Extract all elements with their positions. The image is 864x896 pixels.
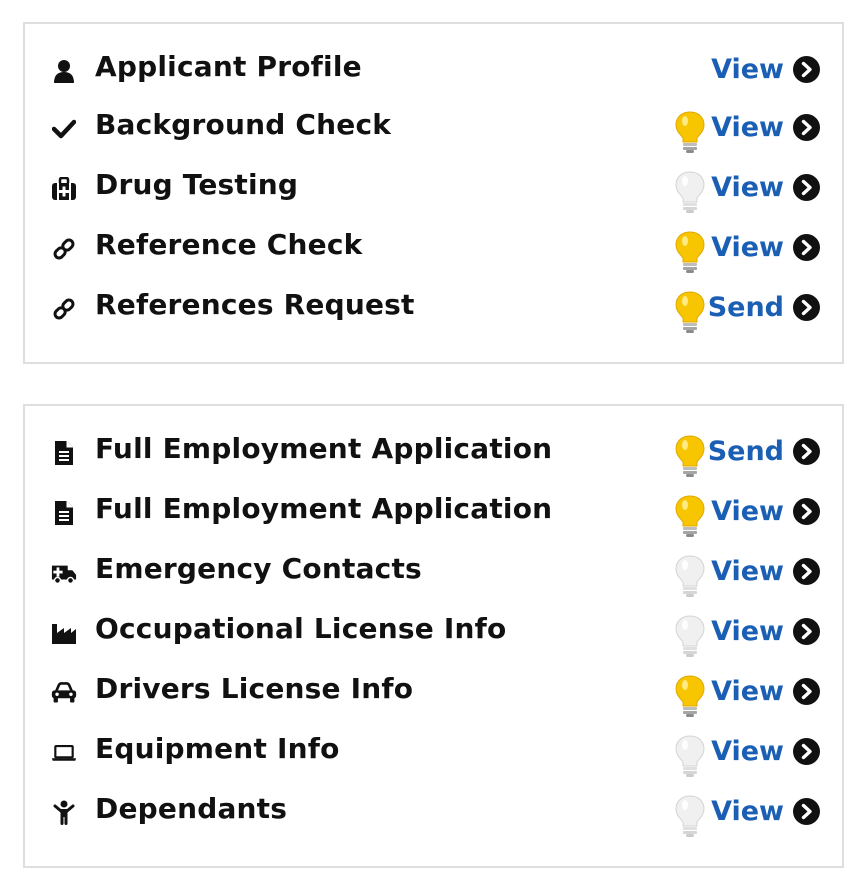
list-item: Full Employment Application Send xyxy=(25,426,842,486)
checks-panel: Applicant Profile View Background Check … xyxy=(23,22,844,364)
link-icon xyxy=(51,236,77,262)
item-label: Occupational License Info xyxy=(95,612,507,645)
lightbulb-off-icon xyxy=(673,554,707,598)
chevron-circle-right-icon xyxy=(793,738,820,765)
action-label: Send xyxy=(707,292,784,323)
list-item: Applicant Profile View xyxy=(25,44,842,104)
view-button[interactable]: View xyxy=(711,496,820,527)
view-button[interactable]: View xyxy=(711,796,820,827)
item-label: Reference Check xyxy=(95,228,363,261)
lightbulb-on-icon xyxy=(673,674,707,718)
lightbulb-on-icon xyxy=(673,434,707,478)
action-label: Send xyxy=(707,436,784,467)
action-label: View xyxy=(711,112,784,143)
lightbulb-on-icon xyxy=(673,494,707,538)
lightbulb-off-icon xyxy=(673,794,707,838)
view-button[interactable]: View xyxy=(711,616,820,647)
item-label: Full Employment Application xyxy=(95,432,553,465)
action-label: View xyxy=(711,616,784,647)
chevron-circle-right-icon xyxy=(793,438,820,465)
action-label: View xyxy=(711,736,784,767)
lightbulb-on-icon xyxy=(673,110,707,154)
list-item: Background Check View xyxy=(25,102,842,162)
action-label: View xyxy=(711,676,784,707)
chevron-circle-right-icon xyxy=(793,798,820,825)
chevron-circle-right-icon xyxy=(793,56,820,83)
list-item: Drivers License Info View xyxy=(25,666,842,726)
send-button[interactable]: Send xyxy=(708,292,820,323)
list-item: Emergency Contacts View xyxy=(25,546,842,606)
list-item: Full Employment Application View xyxy=(25,486,842,546)
chevron-circle-right-icon xyxy=(793,678,820,705)
link-icon xyxy=(51,296,77,322)
action-label: View xyxy=(711,54,784,85)
lightbulb-on-icon xyxy=(673,290,707,334)
item-label: Applicant Profile xyxy=(95,50,362,83)
lightbulb-on-icon xyxy=(673,230,707,274)
user-icon xyxy=(51,58,77,84)
chevron-circle-right-icon xyxy=(793,294,820,321)
document-icon xyxy=(51,440,77,466)
list-item: Reference Check View xyxy=(25,222,842,282)
chevron-circle-right-icon xyxy=(793,558,820,585)
document-icon xyxy=(51,500,77,526)
action-label: View xyxy=(711,796,784,827)
checkmark-icon xyxy=(51,116,77,142)
view-button[interactable]: View xyxy=(711,232,820,263)
car-icon xyxy=(51,680,77,706)
view-button[interactable]: View xyxy=(711,556,820,587)
view-button[interactable]: View xyxy=(711,172,820,203)
list-item: Occupational License Info View xyxy=(25,606,842,666)
action-label: View xyxy=(711,556,784,587)
view-button[interactable]: View xyxy=(711,54,820,85)
list-item: Equipment Info View xyxy=(25,726,842,786)
view-button[interactable]: View xyxy=(711,112,820,143)
action-label: View xyxy=(711,496,784,527)
item-label: Drivers License Info xyxy=(95,672,414,705)
chevron-circle-right-icon xyxy=(793,174,820,201)
send-button[interactable]: Send xyxy=(708,436,820,467)
child-icon xyxy=(51,800,77,826)
action-label: View xyxy=(711,172,784,203)
medkit-icon xyxy=(51,176,77,202)
action-label: View xyxy=(711,232,784,263)
forms-panel: Full Employment Application Send Full Em… xyxy=(23,404,844,868)
lightbulb-off-icon xyxy=(673,734,707,778)
item-label: Drug Testing xyxy=(95,168,299,201)
industry-icon xyxy=(51,620,77,646)
ambulance-icon xyxy=(51,560,77,586)
lightbulb-off-icon xyxy=(673,170,707,214)
list-item: Drug Testing View xyxy=(25,162,842,222)
item-label: Equipment Info xyxy=(95,732,340,765)
item-label: Background Check xyxy=(95,108,392,141)
chevron-circle-right-icon xyxy=(793,114,820,141)
item-label: Full Employment Application xyxy=(95,492,553,525)
item-label: Emergency Contacts xyxy=(95,552,422,585)
view-button[interactable]: View xyxy=(711,736,820,767)
list-item: Dependants View xyxy=(25,786,842,846)
chevron-circle-right-icon xyxy=(793,618,820,645)
lightbulb-off-icon xyxy=(673,614,707,658)
chevron-circle-right-icon xyxy=(793,234,820,261)
laptop-icon xyxy=(51,740,77,766)
item-label: References Request xyxy=(95,288,415,321)
item-label: Dependants xyxy=(95,792,288,825)
view-button[interactable]: View xyxy=(711,676,820,707)
chevron-circle-right-icon xyxy=(793,498,820,525)
list-item: References Request Send xyxy=(25,282,842,342)
